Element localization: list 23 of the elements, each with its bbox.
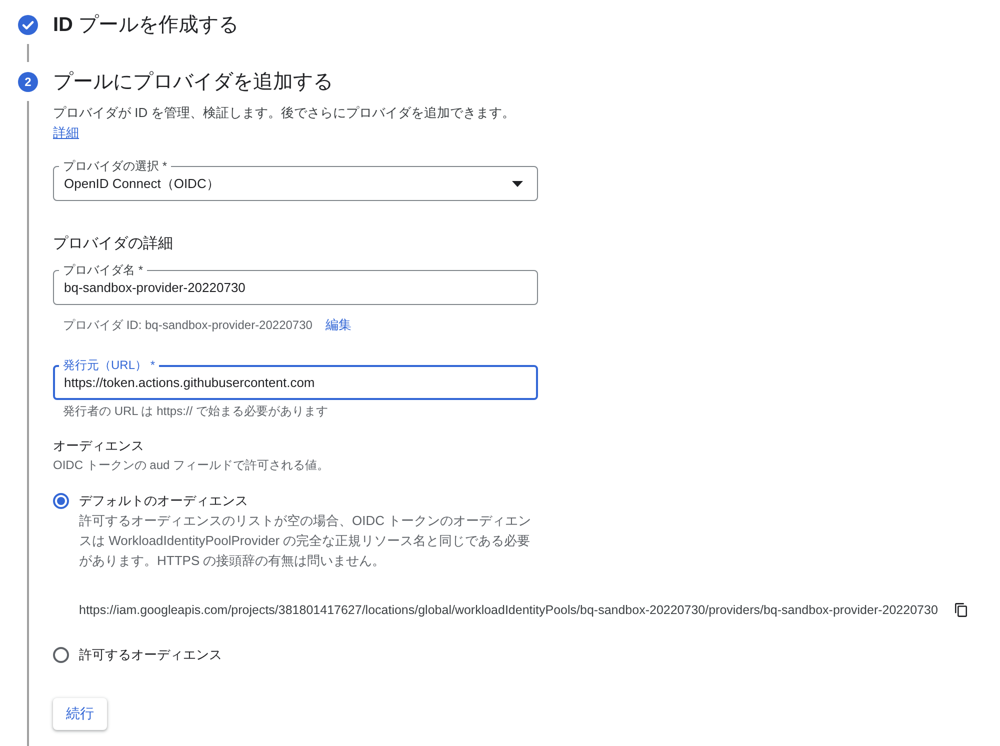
field-label: プロバイダの選択 * bbox=[59, 159, 172, 173]
step-number: 2 bbox=[18, 72, 38, 92]
caret-icon bbox=[512, 180, 523, 186]
radio-button[interactable] bbox=[53, 493, 69, 509]
radio-label[interactable]: 許可するオーディエンス bbox=[79, 645, 222, 665]
edit-link[interactable]: 編集 bbox=[325, 316, 352, 334]
section-description: OIDC トークンの aud フィールドで許可される値。 bbox=[53, 457, 330, 474]
helper-text: プロバイダ ID: bq-sandbox-provider-20220730 bbox=[63, 317, 312, 334]
radio-button[interactable] bbox=[53, 647, 69, 663]
continue-button[interactable]: 続行 bbox=[53, 698, 107, 730]
field-label: プロバイダ名 * bbox=[59, 263, 148, 277]
details-link[interactable]: 詳細 bbox=[53, 125, 79, 140]
description-text: プロバイダが ID を管理、検証します。後でさらにプロバイダを追加できます。 詳細 bbox=[53, 104, 516, 142]
resource-url: https://iam.googleapis.com/projects/381801417627/locations/global/workloadIdentityPools/bq-sandbox-20220730/providers/bq-sandbox-provider-20220730 bbox=[79, 602, 938, 619]
copy-icon[interactable] bbox=[954, 603, 967, 617]
field-label: 発行元（URL） * bbox=[59, 358, 160, 372]
section-heading: オーディエンス bbox=[53, 437, 144, 455]
option-description: 許可するオーディエンスのリストが空の場合、OIDC トークンのオーディエンスは WorkloadIdentityPoolProvider の完全な正規リソース名と同じである必要があります。HTTPS の接頭辞の有無は問いません。 bbox=[79, 512, 532, 570]
step-title: ID プールを作成する bbox=[53, 13, 239, 38]
radio-label[interactable]: デフォルトのオーディエンス bbox=[79, 491, 248, 511]
section-heading: プロバイダの詳細 bbox=[53, 234, 173, 254]
helper-text: 発行者の URL は https:// で始まる必要があります bbox=[63, 403, 328, 420]
step-title: プールにプロバイダを追加する bbox=[53, 70, 333, 95]
